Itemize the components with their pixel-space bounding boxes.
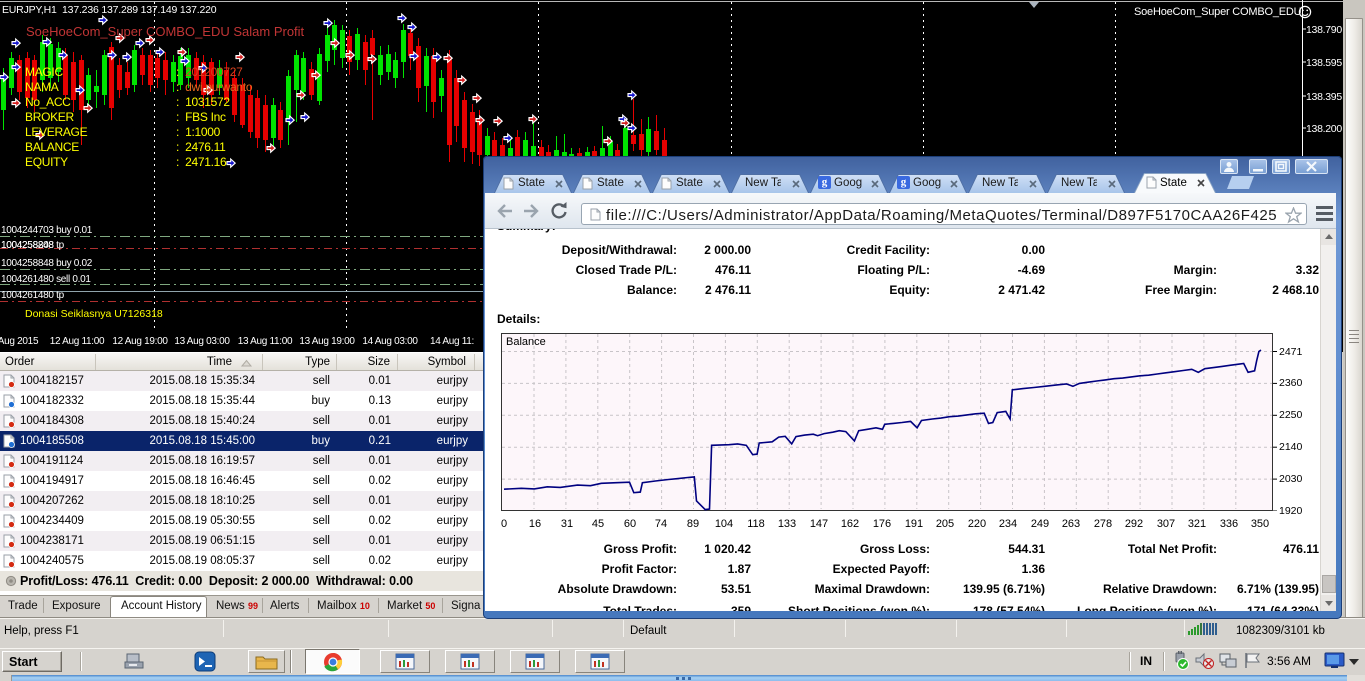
svg-text:Balance: Balance xyxy=(506,336,546,348)
